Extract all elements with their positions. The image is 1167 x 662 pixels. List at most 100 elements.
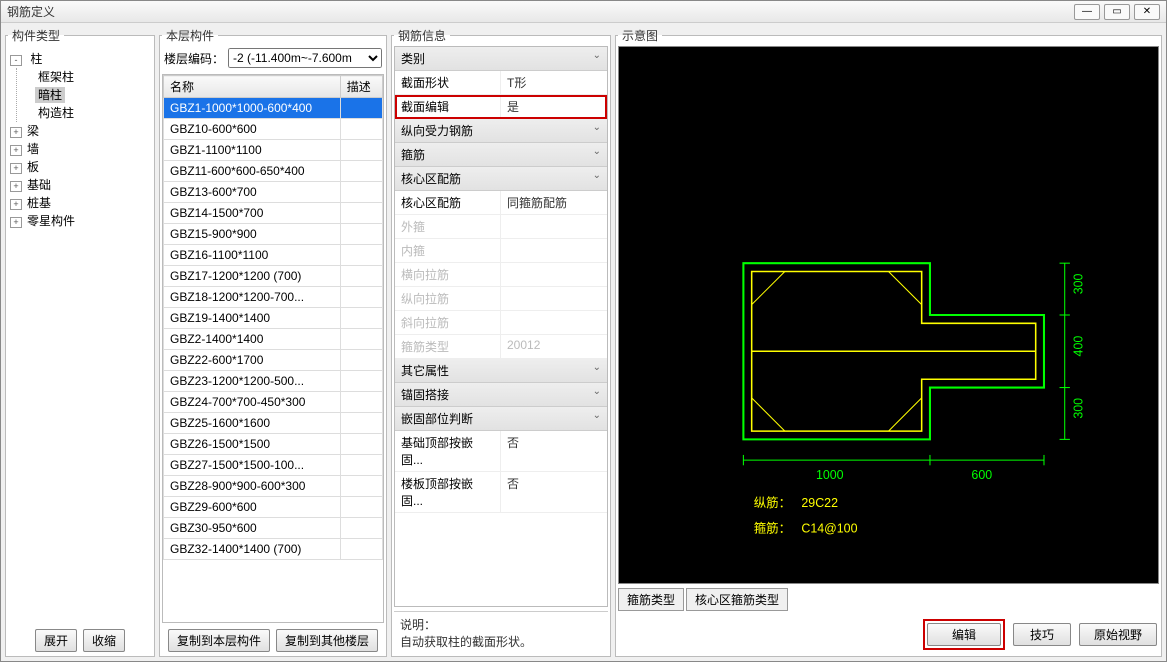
table-row[interactable]: GBZ29-600*600 (164, 497, 383, 518)
tab-stirrup-type[interactable]: 箍筋类型 (618, 588, 684, 611)
table-row[interactable]: GBZ28-900*900-600*300 (164, 476, 383, 497)
maximize-button[interactable]: ▭ (1104, 4, 1130, 20)
collapse-button[interactable]: 收缩 (83, 629, 125, 652)
prop-inner-stirrup: 内箍 (395, 239, 607, 263)
prop-group-other[interactable]: 其它属性⌄ (395, 359, 607, 383)
tree-node-wall[interactable]: 墙 (24, 141, 42, 157)
chevron-down-icon: ⌄ (593, 362, 601, 379)
diagram-legend: 示意图 (618, 27, 662, 44)
expand-button[interactable]: 展开 (35, 629, 77, 652)
component-type-legend: 构件类型 (8, 27, 64, 44)
tree-node-slab[interactable]: 板 (24, 159, 42, 175)
chevron-down-icon: ⌄ (593, 146, 601, 163)
prop-base-top[interactable]: 基础顶部按嵌固...否 (395, 431, 607, 472)
tree-toggle-icon[interactable]: + (10, 199, 22, 210)
col-desc[interactable]: 描述 (340, 76, 382, 98)
prop-group-stirrup[interactable]: 箍筋⌄ (395, 143, 607, 167)
layer-component-panel: 本层构件 楼层编码： -2 (-11.400m~-7.600m 名称 描述 GB… (159, 27, 387, 657)
close-button[interactable]: ✕ (1134, 4, 1160, 20)
tree-node-foundation[interactable]: 基础 (24, 177, 54, 193)
chevron-down-icon: ⌄ (593, 410, 601, 427)
description-text: 自动获取柱的截面形状。 (400, 633, 602, 650)
svg-text:300: 300 (1071, 273, 1085, 294)
component-type-panel: 构件类型 - 柱 框架柱 暗柱 构造柱 +梁 +墙 +板 + (5, 27, 155, 657)
table-row[interactable]: GBZ13-600*700 (164, 182, 383, 203)
table-row[interactable]: GBZ25-1600*1600 (164, 413, 383, 434)
tree-toggle-icon[interactable]: + (10, 163, 22, 174)
tree-node-column[interactable]: 柱 (27, 51, 45, 67)
tree-toggle-icon[interactable]: + (10, 127, 22, 138)
layer-component-legend: 本层构件 (162, 27, 218, 44)
tree-node-frame-column[interactable]: 框架柱 (35, 69, 77, 85)
prop-group-core[interactable]: 核心区配筋⌄ (395, 167, 607, 191)
prop-group-category[interactable]: 类别⌄ (395, 47, 607, 71)
tree-node-pile[interactable]: 桩基 (24, 195, 54, 211)
tips-button[interactable]: 技巧 (1013, 623, 1071, 646)
table-row[interactable]: GBZ30-950*600 (164, 518, 383, 539)
edit-highlight: 编辑 (923, 619, 1005, 650)
tree-node-beam[interactable]: 梁 (24, 123, 42, 139)
table-row[interactable]: GBZ22-600*1700 (164, 350, 383, 371)
prop-group-embed[interactable]: 嵌固部位判断⌄ (395, 407, 607, 431)
table-row[interactable]: GBZ15-900*900 (164, 224, 383, 245)
tree-node-misc[interactable]: 零星构件 (24, 213, 78, 229)
tree-node-constructional-column[interactable]: 构造柱 (35, 105, 77, 121)
table-row[interactable]: GBZ1-1000*1000-600*400 (164, 98, 383, 119)
prop-stirrup-type: 箍筋类型20012 (395, 335, 607, 359)
col-name[interactable]: 名称 (164, 76, 341, 98)
table-row[interactable]: GBZ10-600*600 (164, 119, 383, 140)
prop-slab-top[interactable]: 楼板顶部按嵌固...否 (395, 472, 607, 513)
tab-core-stirrup-type[interactable]: 核心区箍筋类型 (686, 588, 788, 611)
table-row[interactable]: GBZ16-1100*1100 (164, 245, 383, 266)
tree-toggle-icon[interactable]: + (10, 145, 22, 156)
table-row[interactable]: GBZ19-1400*1400 (164, 308, 383, 329)
table-row[interactable]: GBZ17-1200*1200 (700) (164, 266, 383, 287)
prop-section-shape[interactable]: 截面形状T形 (395, 71, 607, 95)
table-row[interactable]: GBZ11-600*600-650*400 (164, 161, 383, 182)
copy-to-layer-button[interactable]: 复制到本层构件 (168, 629, 270, 652)
tree-toggle-icon[interactable]: + (10, 181, 22, 192)
prop-horiz-tie: 横向拉筋 (395, 263, 607, 287)
table-row[interactable]: GBZ26-1500*1500 (164, 434, 383, 455)
table-row[interactable]: GBZ18-1200*1200-700... (164, 287, 383, 308)
svg-text:纵筋：29C22: 纵筋：29C22 (754, 495, 838, 510)
component-table: 名称 描述 GBZ1-1000*1000-600*400GBZ10-600*60… (163, 75, 383, 560)
tree-toggle-icon[interactable]: + (10, 217, 22, 228)
copy-to-other-button[interactable]: 复制到其他楼层 (276, 629, 378, 652)
prop-section-edit[interactable]: 截面编辑是 (395, 95, 607, 119)
table-row[interactable]: GBZ2-1400*1400 (164, 329, 383, 350)
prop-vert-tie: 纵向拉筋 (395, 287, 607, 311)
table-row[interactable]: GBZ23-1200*1200-500... (164, 371, 383, 392)
svg-text:箍筋：C14@100: 箍筋：C14@100 (754, 521, 858, 536)
section-diagram[interactable]: 300 400 300 1000 600 纵筋：29C22 箍筋：C14@100 (618, 46, 1159, 584)
original-view-button[interactable]: 原始视野 (1079, 623, 1157, 646)
chevron-down-icon: ⌄ (593, 170, 601, 187)
prop-core-reinforce[interactable]: 核心区配筋同箍筋配筋 (395, 191, 607, 215)
tree-node-hidden-column[interactable]: 暗柱 (35, 87, 65, 103)
table-row[interactable]: GBZ27-1500*1500-100... (164, 455, 383, 476)
svg-text:300: 300 (1071, 398, 1085, 419)
window-title: 钢筋定义 (7, 3, 55, 20)
rebar-info-panel: 钢筋信息 类别⌄ 截面形状T形 截面编辑是 纵向受力钢筋⌄ 箍筋⌄ 核心区配筋⌄… (391, 27, 611, 657)
window-controls: — ▭ ✕ (1074, 4, 1160, 20)
table-row[interactable]: GBZ1-1100*1100 (164, 140, 383, 161)
component-tree: - 柱 框架柱 暗柱 构造柱 +梁 +墙 +板 +基础 +桩基 +零星构件 (8, 46, 152, 623)
svg-text:400: 400 (1071, 336, 1085, 357)
table-row[interactable]: GBZ14-1500*700 (164, 203, 383, 224)
minimize-button[interactable]: — (1074, 4, 1100, 20)
prop-group-anchor[interactable]: 锚固搭接⌄ (395, 383, 607, 407)
tree-toggle-icon[interactable]: - (10, 55, 22, 66)
table-row[interactable]: GBZ24-700*700-450*300 (164, 392, 383, 413)
diagram-panel: 示意图 (615, 27, 1162, 657)
title-bar: 钢筋定义 — ▭ ✕ (1, 1, 1166, 23)
prop-outer-stirrup: 外箍 (395, 215, 607, 239)
edit-button[interactable]: 编辑 (927, 623, 1001, 646)
chevron-down-icon: ⌄ (593, 122, 601, 139)
table-row[interactable]: GBZ32-1400*1400 (700) (164, 539, 383, 560)
floor-code-select[interactable]: -2 (-11.400m~-7.600m (228, 48, 382, 68)
description-label: 说明： (400, 616, 602, 633)
floor-code-label: 楼层编码： (164, 50, 224, 67)
description-panel: 说明： 自动获取柱的截面形状。 (394, 611, 608, 654)
prop-group-longitudinal[interactable]: 纵向受力钢筋⌄ (395, 119, 607, 143)
svg-text:1000: 1000 (816, 468, 844, 482)
